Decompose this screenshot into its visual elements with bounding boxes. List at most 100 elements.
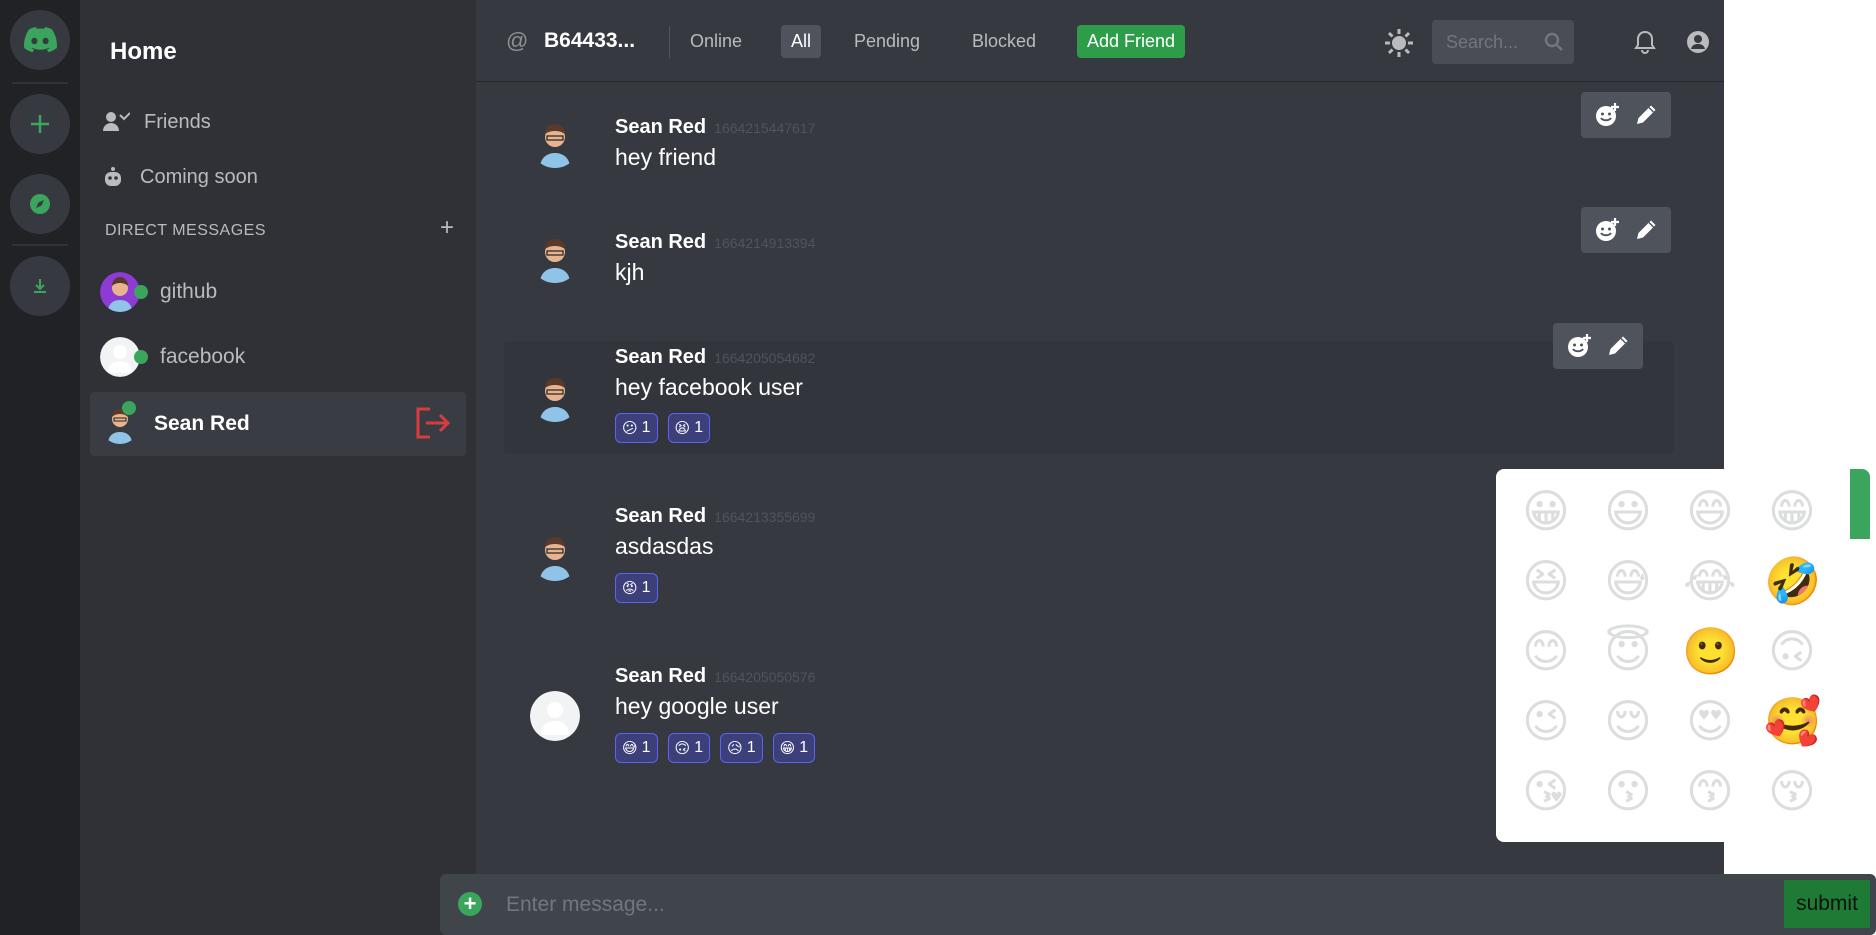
message-text: kjh	[615, 259, 645, 285]
emoji-option[interactable]: 🤣	[1764, 553, 1821, 609]
bell-icon[interactable]	[1634, 30, 1656, 54]
dm-item-sean-red[interactable]: Sean Red	[90, 392, 466, 456]
emoji-option[interactable]: 🙃	[1764, 623, 1820, 679]
message-composer: + submit	[440, 874, 1876, 935]
search-box[interactable]: Search...	[1432, 20, 1574, 64]
edit-icon[interactable]	[1633, 102, 1659, 128]
tab-all[interactable]: All	[781, 25, 822, 58]
dm-item-github[interactable]: github	[90, 260, 466, 324]
attach-plus-icon[interactable]: +	[458, 892, 482, 916]
discord-logo-button[interactable]	[10, 10, 70, 70]
message-item: Sean Red 1664214913394 kjh	[504, 203, 1674, 313]
reaction-chip[interactable]: 😅 1	[615, 733, 658, 763]
emoji-option[interactable]: 😘	[1518, 763, 1574, 819]
emoji-option[interactable]: 😙	[1682, 763, 1738, 819]
sidebar-item-coming-soon[interactable]: Coming soon	[100, 157, 258, 197]
search-icon[interactable]	[1544, 32, 1564, 52]
emoji-option[interactable]: 😉	[1518, 693, 1574, 749]
reaction-chip[interactable]: 😕 1	[615, 413, 658, 443]
emoji-option[interactable]: 😍	[1682, 693, 1738, 749]
message-text: hey facebook user	[615, 374, 803, 400]
message-timestamp: 1664205050576	[714, 669, 816, 685]
message-timestamp: 1664214913394	[714, 235, 816, 251]
emoji-option[interactable]: 😊	[1518, 623, 1574, 679]
emoji-option[interactable]: 😆	[1518, 553, 1574, 609]
at-icon: @	[506, 28, 529, 53]
search-placeholder: Search...	[1446, 31, 1519, 52]
robot-icon	[100, 166, 126, 188]
avatar	[100, 337, 148, 377]
avatar	[100, 401, 140, 444]
avatar	[530, 531, 580, 581]
message-author: Sean Red 1664214913394	[615, 231, 816, 253]
sidebar-title: Home	[110, 38, 177, 65]
dm-name: Sean Red	[154, 412, 250, 435]
message-timestamp: 1664215447617	[714, 120, 816, 136]
emoji-option[interactable]: 😚	[1764, 763, 1820, 819]
emoji-option[interactable]: 😀	[1518, 483, 1574, 539]
add-server-button[interactable]	[10, 94, 70, 154]
logout-icon[interactable]	[414, 406, 452, 440]
reaction-chip[interactable]: 😁 1	[772, 733, 816, 763]
dm-name: facebook	[160, 345, 246, 368]
user-profile-icon[interactable]	[1686, 30, 1710, 54]
emoji-option[interactable]: 🙂	[1682, 623, 1739, 679]
dm-name: github	[160, 280, 218, 303]
emoji-option[interactable]: 😄	[1682, 483, 1738, 539]
emoji-option[interactable]: 😇	[1600, 623, 1656, 679]
discord-logo-icon	[24, 27, 57, 53]
message-actions	[1553, 323, 1643, 369]
emoji-option[interactable]: 🥰	[1764, 693, 1821, 749]
online-status-dot	[122, 401, 136, 415]
message-input[interactable]	[506, 888, 1506, 922]
reaction-chip[interactable]: 😡 1	[615, 573, 658, 603]
add-reaction-icon[interactable]	[1566, 333, 1592, 359]
emoji-option[interactable]: 😃	[1600, 483, 1656, 539]
channel-sidebar: Home Friends Coming soon DIRECT MESSAGES…	[80, 0, 476, 935]
picker-scrollbar[interactable]	[1850, 469, 1870, 539]
submit-button[interactable]: submit	[1784, 880, 1870, 928]
add-friend-button[interactable]: Add Friend	[1077, 25, 1186, 58]
message-item: Sean Red 1664215447617 hey friend	[504, 88, 1674, 198]
message-item: Sean Red 1664205054682 hey facebook user …	[504, 323, 1674, 453]
avatar	[530, 372, 580, 422]
divider	[669, 26, 670, 58]
emoji-grid: 😀 😃 😄 😁 😆 😅 😂 🤣 😊 😇 🙂 🙃 😉 😌 😍 🥰 😘 😗 😙 😚	[1518, 483, 1821, 819]
emoji-option[interactable]: 😌	[1600, 693, 1656, 749]
rail-separator	[12, 82, 68, 84]
emoji-picker: 😀 😃 😄 😁 😆 😅 😂 🤣 😊 😇 🙂 🙃 😉 😌 😍 🥰 😘 😗 😙 😚	[1496, 469, 1870, 842]
dm-item-facebook[interactable]: facebook	[90, 325, 466, 389]
reaction-chip[interactable]: 🙃 1	[667, 733, 711, 763]
add-reaction-icon[interactable]	[1594, 217, 1620, 243]
rail-separator	[12, 244, 68, 246]
message-actions	[1581, 207, 1671, 253]
explore-button[interactable]	[10, 174, 70, 234]
message-author: Sean Red 1664205050576	[615, 665, 816, 687]
avatar	[530, 233, 580, 283]
add-reaction-icon[interactable]	[1594, 102, 1620, 128]
theme-toggle-icon[interactable]	[1384, 28, 1414, 58]
emoji-option[interactable]: 😂	[1682, 553, 1738, 609]
add-dm-button[interactable]: +	[440, 216, 454, 240]
download-button[interactable]	[10, 256, 70, 316]
reaction-chip[interactable]: 😫 1	[667, 413, 711, 443]
emoji-option[interactable]: 😁	[1764, 483, 1820, 539]
edit-icon[interactable]	[1605, 333, 1631, 359]
online-status-dot	[134, 350, 148, 364]
emoji-option[interactable]: 😗	[1600, 763, 1656, 819]
emoji-option[interactable]: 😅	[1600, 553, 1656, 609]
direct-messages-header: DIRECT MESSAGES	[105, 222, 267, 239]
reaction-chip[interactable]: 😥 1	[720, 733, 763, 763]
reaction-list: 😕 1 😫 1	[615, 413, 711, 443]
message-text: hey google user	[615, 693, 779, 719]
tab-online[interactable]: Online	[680, 25, 752, 58]
sidebar-item-friends[interactable]: Friends	[100, 102, 211, 142]
message-text: asdasdas	[615, 533, 714, 559]
message-author: Sean Red 1664205054682	[615, 346, 816, 368]
edit-icon[interactable]	[1633, 217, 1659, 243]
message-actions	[1581, 92, 1671, 138]
tab-blocked[interactable]: Blocked	[962, 25, 1046, 58]
tab-pending[interactable]: Pending	[844, 25, 930, 58]
message-timestamp: 1664205054682	[714, 350, 816, 366]
reaction-list: 😅 1 🙃 1 😥 1 😁 1	[615, 733, 816, 763]
